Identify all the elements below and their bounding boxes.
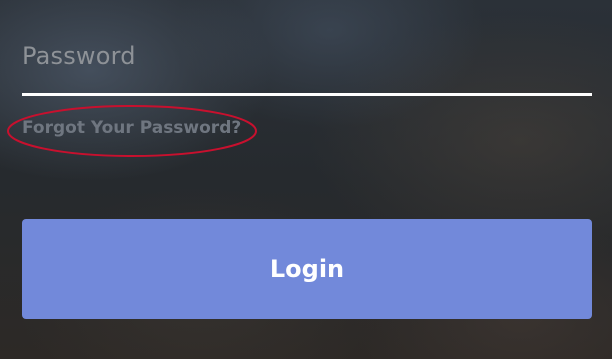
login-button[interactable]: Login [22,219,592,319]
password-placeholder: Password [22,42,136,70]
login-form: Password Forgot Your Password? Login [0,0,612,359]
annotation-ellipse [7,105,257,157]
annotation-ellipse-stroke [7,105,257,157]
login-button-label: Login [269,255,345,283]
password-field[interactable]: Password [22,30,592,96]
